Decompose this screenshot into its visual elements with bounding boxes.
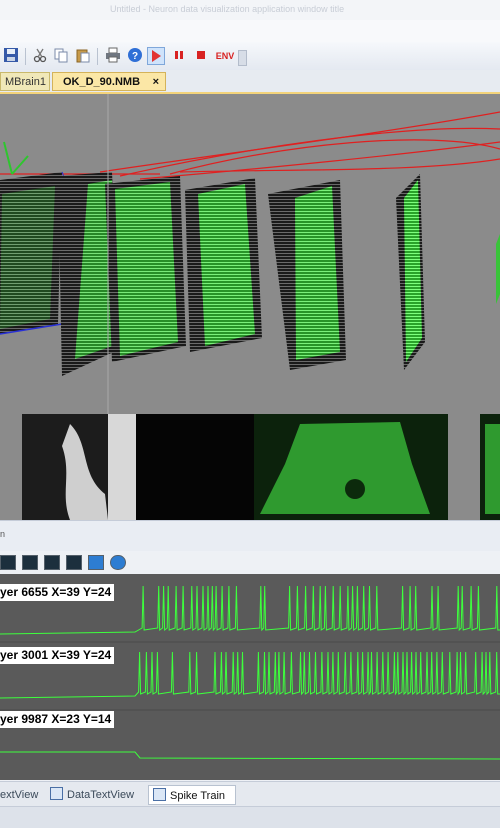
trace-label: yer 3001 X=39 Y=24: [0, 647, 115, 664]
document-icon: [153, 788, 166, 801]
title-bar: Untitled - Neuron data visualization app…: [0, 0, 500, 21]
print-icon[interactable]: [104, 47, 122, 65]
spike-traces: [0, 585, 500, 760]
main-toolbar: ? ENV: [0, 42, 500, 71]
close-icon[interactable]: ×: [153, 73, 159, 92]
tab-label: OK_D_90.NMB: [63, 76, 141, 88]
tab-spike-train[interactable]: Spike Train: [148, 785, 236, 805]
tab-ok-d-90[interactable]: OK_D_90.NMB ×: [52, 72, 166, 91]
panel-title: n: [0, 529, 6, 539]
env-button[interactable]: ENV: [213, 47, 237, 65]
tab-label: extView: [0, 789, 39, 801]
toolbar-overflow-chevron-icon[interactable]: [238, 50, 247, 66]
window-title: Untitled - Neuron data visualization app…: [110, 4, 345, 14]
tab-textview[interactable]: extView: [0, 785, 46, 805]
stop-icon[interactable]: [192, 47, 210, 65]
status-bar: [0, 806, 500, 828]
save-icon[interactable]: [2, 47, 20, 65]
document-tab-strip: MBrain1 OK_D_90.NMB ×: [0, 70, 500, 94]
export-icon[interactable]: [88, 555, 104, 570]
view-tab-strip: extView DataTextView Spike Train: [0, 781, 500, 806]
color-map-icon[interactable]: [66, 555, 82, 570]
spike-panel-header: n: [0, 520, 500, 551]
settings-icon[interactable]: [110, 555, 126, 570]
spike-panel-toolbar: [0, 552, 500, 574]
spike-train-plot[interactable]: yer 6655 X=39 Y=24 yer 3001 X=39 Y=24 ye…: [0, 574, 500, 780]
spike-chart-icon[interactable]: [0, 555, 16, 570]
menu-bar: [0, 20, 500, 42]
copy-icon[interactable]: [52, 47, 70, 65]
toolbar-separator: [97, 48, 98, 65]
spike-trace: [0, 751, 500, 760]
svg-text:?: ?: [132, 51, 138, 62]
tab-mbrain1[interactable]: MBrain1: [0, 72, 50, 91]
document-icon: [50, 787, 63, 800]
help-icon[interactable]: ?: [126, 47, 144, 65]
tab-label: MBrain1: [5, 76, 46, 88]
tab-label: Spike Train: [170, 790, 226, 802]
paste-icon[interactable]: [74, 47, 92, 65]
pause-icon[interactable]: [170, 47, 188, 65]
brain-slices-scene: [0, 94, 500, 520]
trace-label: yer 6655 X=39 Y=24: [0, 584, 115, 601]
cut-icon[interactable]: [31, 47, 49, 65]
tab-datatextview[interactable]: DataTextView: [50, 785, 146, 805]
3d-visualization-view[interactable]: [0, 94, 500, 520]
raster-chart-icon[interactable]: [22, 555, 38, 570]
trace-label: yer 9987 X=23 Y=14: [0, 711, 115, 728]
trace-chart-icon[interactable]: [44, 555, 60, 570]
play-icon[interactable]: [147, 47, 165, 65]
tab-label: DataTextView: [67, 789, 135, 801]
toolbar-separator: [25, 48, 26, 65]
